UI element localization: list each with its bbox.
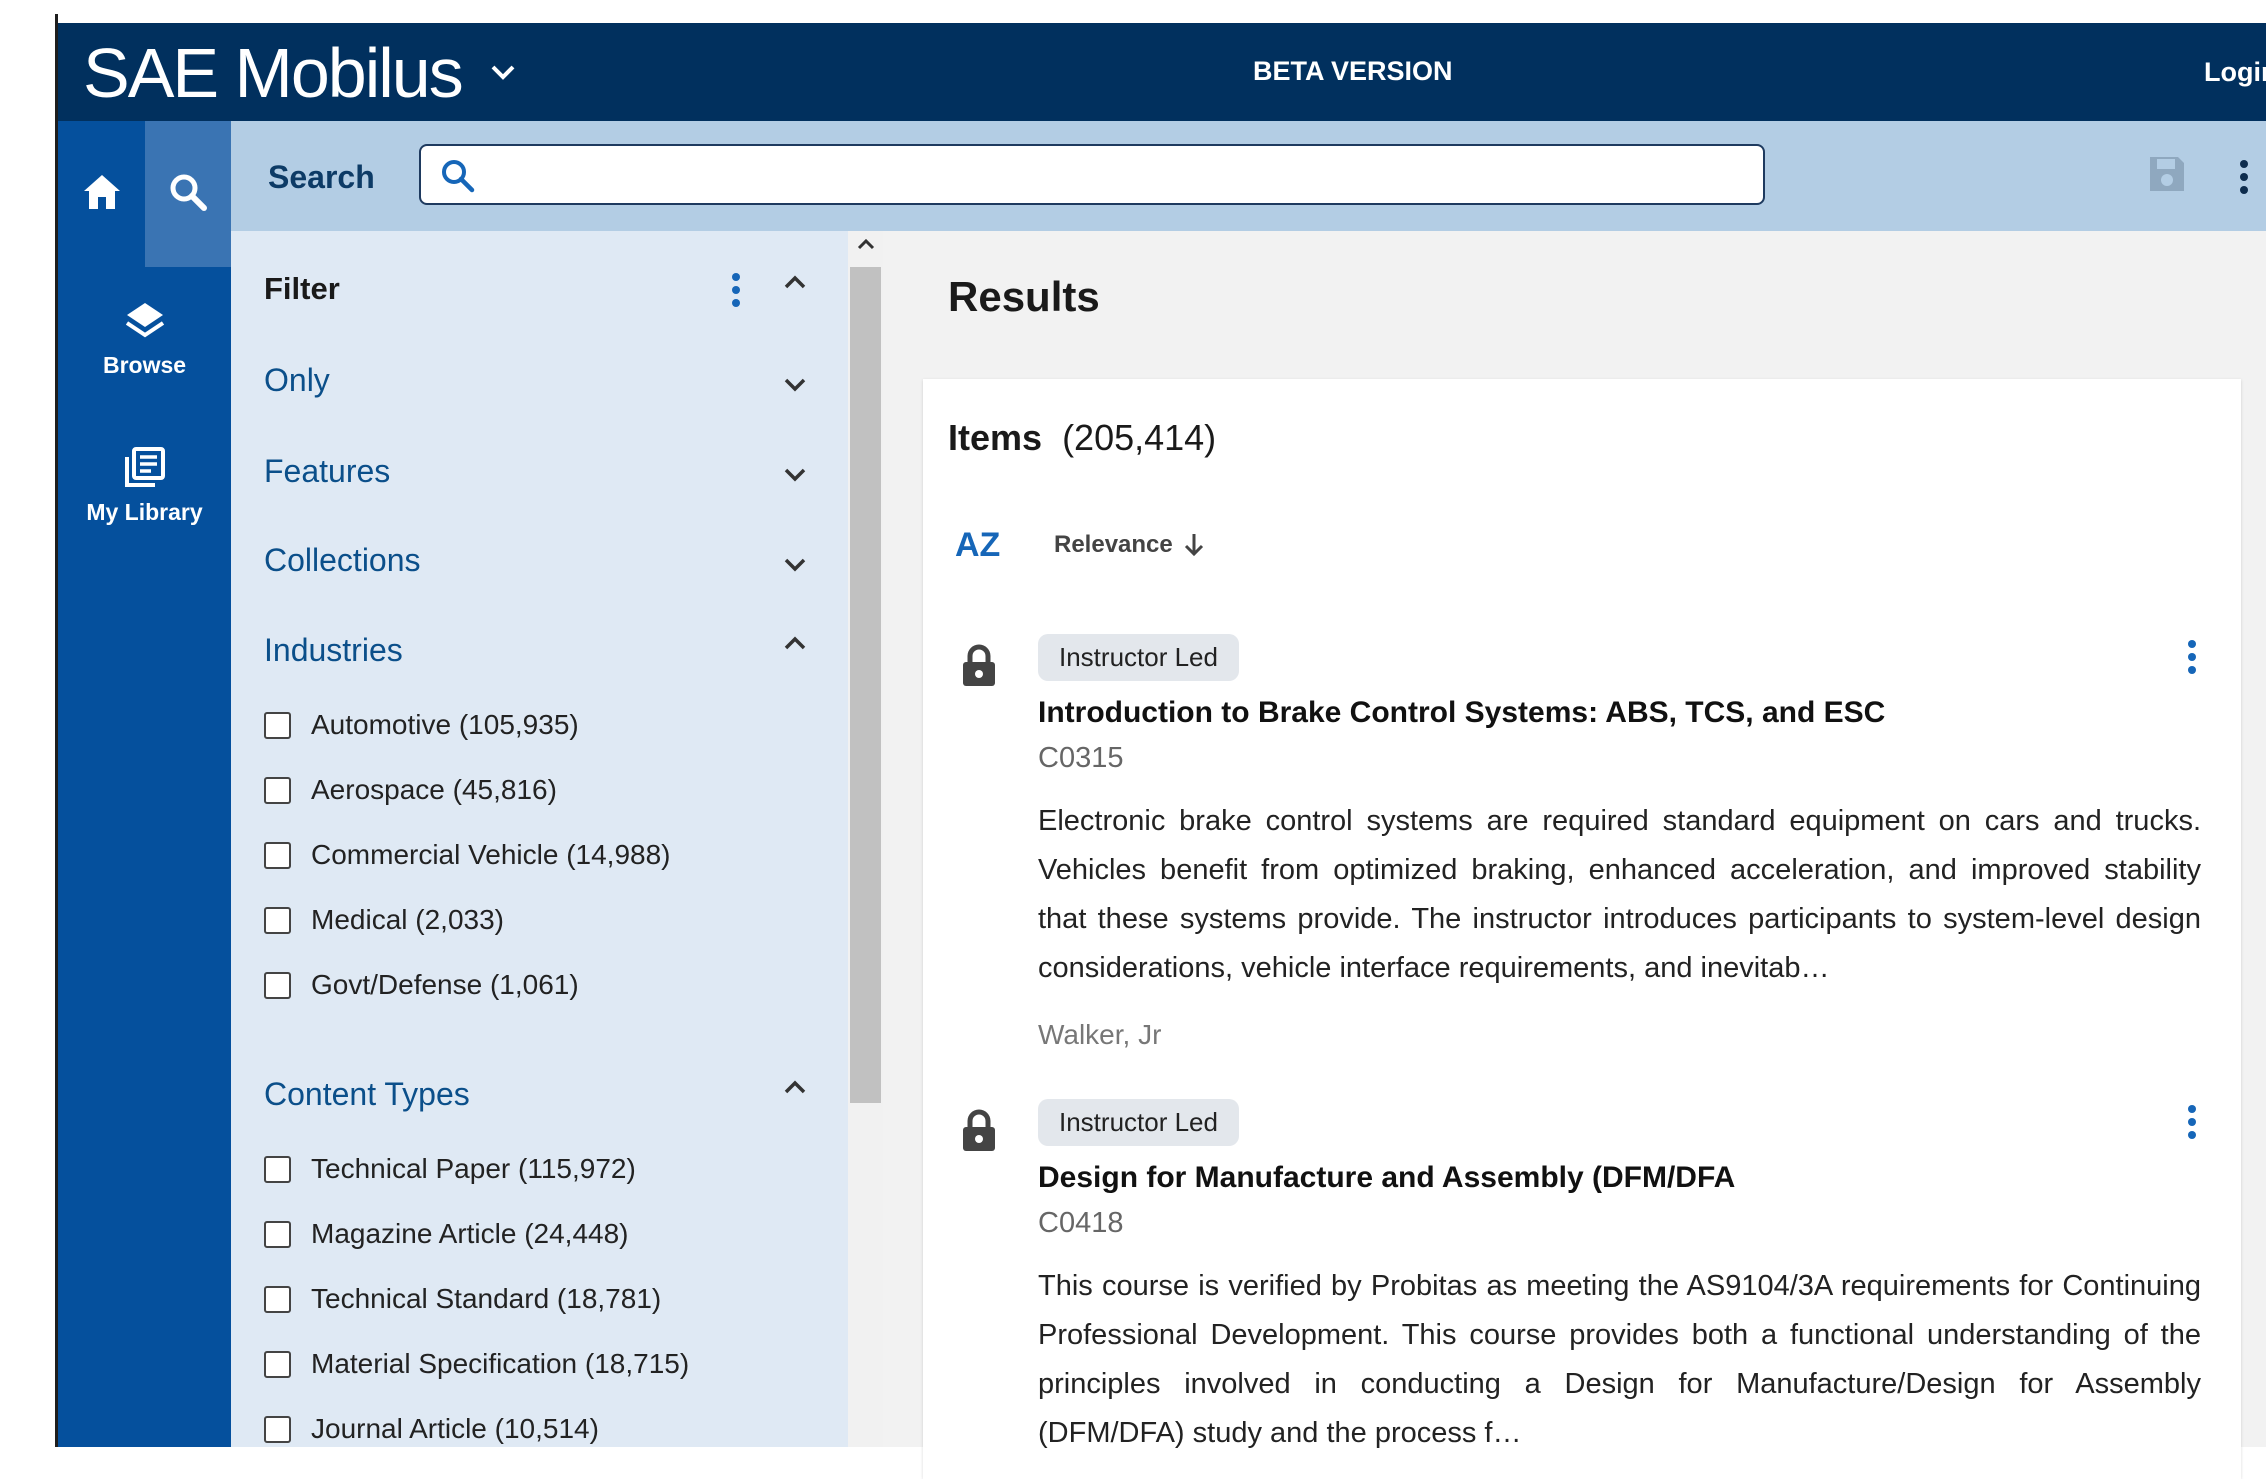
home-button[interactable] [58,121,145,267]
results-area: Results Items (205,414) AZ Relevance Ins… [883,231,2266,1479]
option-label: Technical Paper (115,972) [311,1153,636,1184]
checkbox[interactable] [264,1350,291,1378]
items-label: Items [948,417,1043,458]
result-code: C0418 [1038,1207,1124,1239]
option-label: Aerospace (45,816) [311,774,557,805]
search-bar-row: Search [231,121,2266,231]
option-label: Medical (2,033) [311,904,504,935]
filter-option[interactable]: Medical (2,033) [264,904,504,936]
items-count: (205,414) [1062,417,1217,458]
checkbox[interactable] [264,971,291,999]
top-header: SAE Mobilus BETA VERSION Login [58,23,2266,121]
filter-option[interactable]: Aerospace (45,816) [264,774,557,806]
browse-label: Browse [102,352,187,378]
option-label: Material Specification (18,715) [311,1348,690,1379]
filter-option[interactable]: Material Specification (18,715) [264,1348,689,1380]
checkbox[interactable] [264,906,291,934]
chevron-up-icon[interactable] [783,274,807,295]
option-label: Magazine Article (24,448) [311,1218,629,1249]
scrollbar-thumb[interactable] [850,267,881,1103]
search-nav-button[interactable] [145,121,231,267]
my-library-button[interactable]: My Library [58,446,231,526]
home-icon [82,173,122,216]
sort-az-icon[interactable]: AZ [955,526,1000,565]
option-label: Journal Article (10,514) [311,1413,599,1444]
result-author: Walker, Jr [1038,1019,1162,1050]
window-edge [0,0,58,1447]
checkbox[interactable] [264,1220,291,1248]
checkbox[interactable] [264,1155,291,1183]
browse-button[interactable]: Browse [58,301,231,379]
chevron-up-icon[interactable] [783,1079,807,1100]
filter-option[interactable]: Automotive (105,935) [264,709,579,741]
checkbox[interactable] [264,711,291,739]
filter-section-only[interactable]: Only [264,362,330,399]
more-vertical-icon[interactable] [2239,159,2249,200]
sort-label: Relevance [1054,531,1173,558]
search-box [419,144,1765,205]
checkbox[interactable] [264,1285,291,1313]
layers-icon [124,301,166,346]
chevron-down-icon [490,58,520,88]
login-link[interactable]: Login [2204,57,2266,88]
option-label: Commercial Vehicle (14,988) [311,839,671,870]
filter-option[interactable]: Commercial Vehicle (14,988) [264,839,671,871]
result-description: This course is verified by Probitas as m… [1038,1270,2201,1449]
result-title[interactable]: Introduction to Brake Control Systems: A… [1038,696,1885,730]
checkbox[interactable] [264,776,291,804]
filter-option[interactable]: Journal Article (10,514) [264,1413,599,1445]
result-code: C0315 [1038,742,1124,774]
filter-option[interactable]: Govt/Defense (1,061) [264,969,579,1001]
filter-option[interactable]: Magazine Article (24,448) [264,1218,629,1250]
instructor-led-badge: Instructor Led [1038,1099,1239,1146]
search-input[interactable] [491,152,1745,198]
filter-section-content-types[interactable]: Content Types [264,1076,470,1113]
more-vertical-icon[interactable] [2187,639,2197,680]
results-title: Results [948,273,1100,320]
filter-option[interactable]: Technical Paper (115,972) [264,1153,636,1185]
option-label: Technical Standard (18,781) [311,1283,662,1314]
chevron-down-icon[interactable] [783,377,807,398]
filter-title: Filter [264,271,340,306]
left-nav: Browse My Library [58,121,231,1447]
items-count-heading: Items (205,414) [948,417,1216,459]
library-icon [124,446,166,493]
brand-menu[interactable]: SAE Mobilus [83,33,520,113]
save-icon[interactable] [2148,155,2186,198]
instructor-led-badge: Instructor Led [1038,634,1239,681]
lock-icon [961,1109,997,1158]
arrow-down-icon [1183,532,1205,558]
filter-option[interactable]: Technical Standard (18,781) [264,1283,661,1315]
option-label: Automotive (105,935) [311,709,579,740]
more-vertical-icon[interactable] [2187,1104,2197,1145]
filter-section-industries[interactable]: Industries [264,632,403,669]
result-description: Electronic brake control systems are req… [1038,805,2201,984]
filter-panel: Filter Only Features Collections Industr… [231,231,848,1447]
brand-logo: SAE Mobilus [83,34,464,112]
sort-relevance-button[interactable]: Relevance [1054,531,1205,559]
chevron-up-icon[interactable] [783,635,807,656]
checkbox[interactable] [264,1415,291,1443]
search-icon [168,172,208,217]
filter-scrollbar[interactable] [848,231,883,1447]
search-label: Search [268,159,375,195]
chevron-down-icon[interactable] [783,557,807,578]
checkbox[interactable] [264,841,291,869]
my-library-label: My Library [86,499,203,525]
option-label: Govt/Defense (1,061) [311,969,579,1000]
chevron-down-icon[interactable] [783,467,807,488]
search-icon [441,159,475,198]
filter-section-features[interactable]: Features [264,453,390,490]
lock-icon [961,644,997,693]
result-title[interactable]: Design for Manufacture and Assembly (DFM… [1038,1161,1735,1195]
scroll-up-arrow[interactable] [848,237,883,267]
results-card: Items (205,414) AZ Relevance Instructor … [923,379,2241,1479]
filter-section-collections[interactable]: Collections [264,542,421,579]
more-vertical-icon[interactable] [731,272,741,313]
beta-label: BETA VERSION [1253,56,1453,86]
